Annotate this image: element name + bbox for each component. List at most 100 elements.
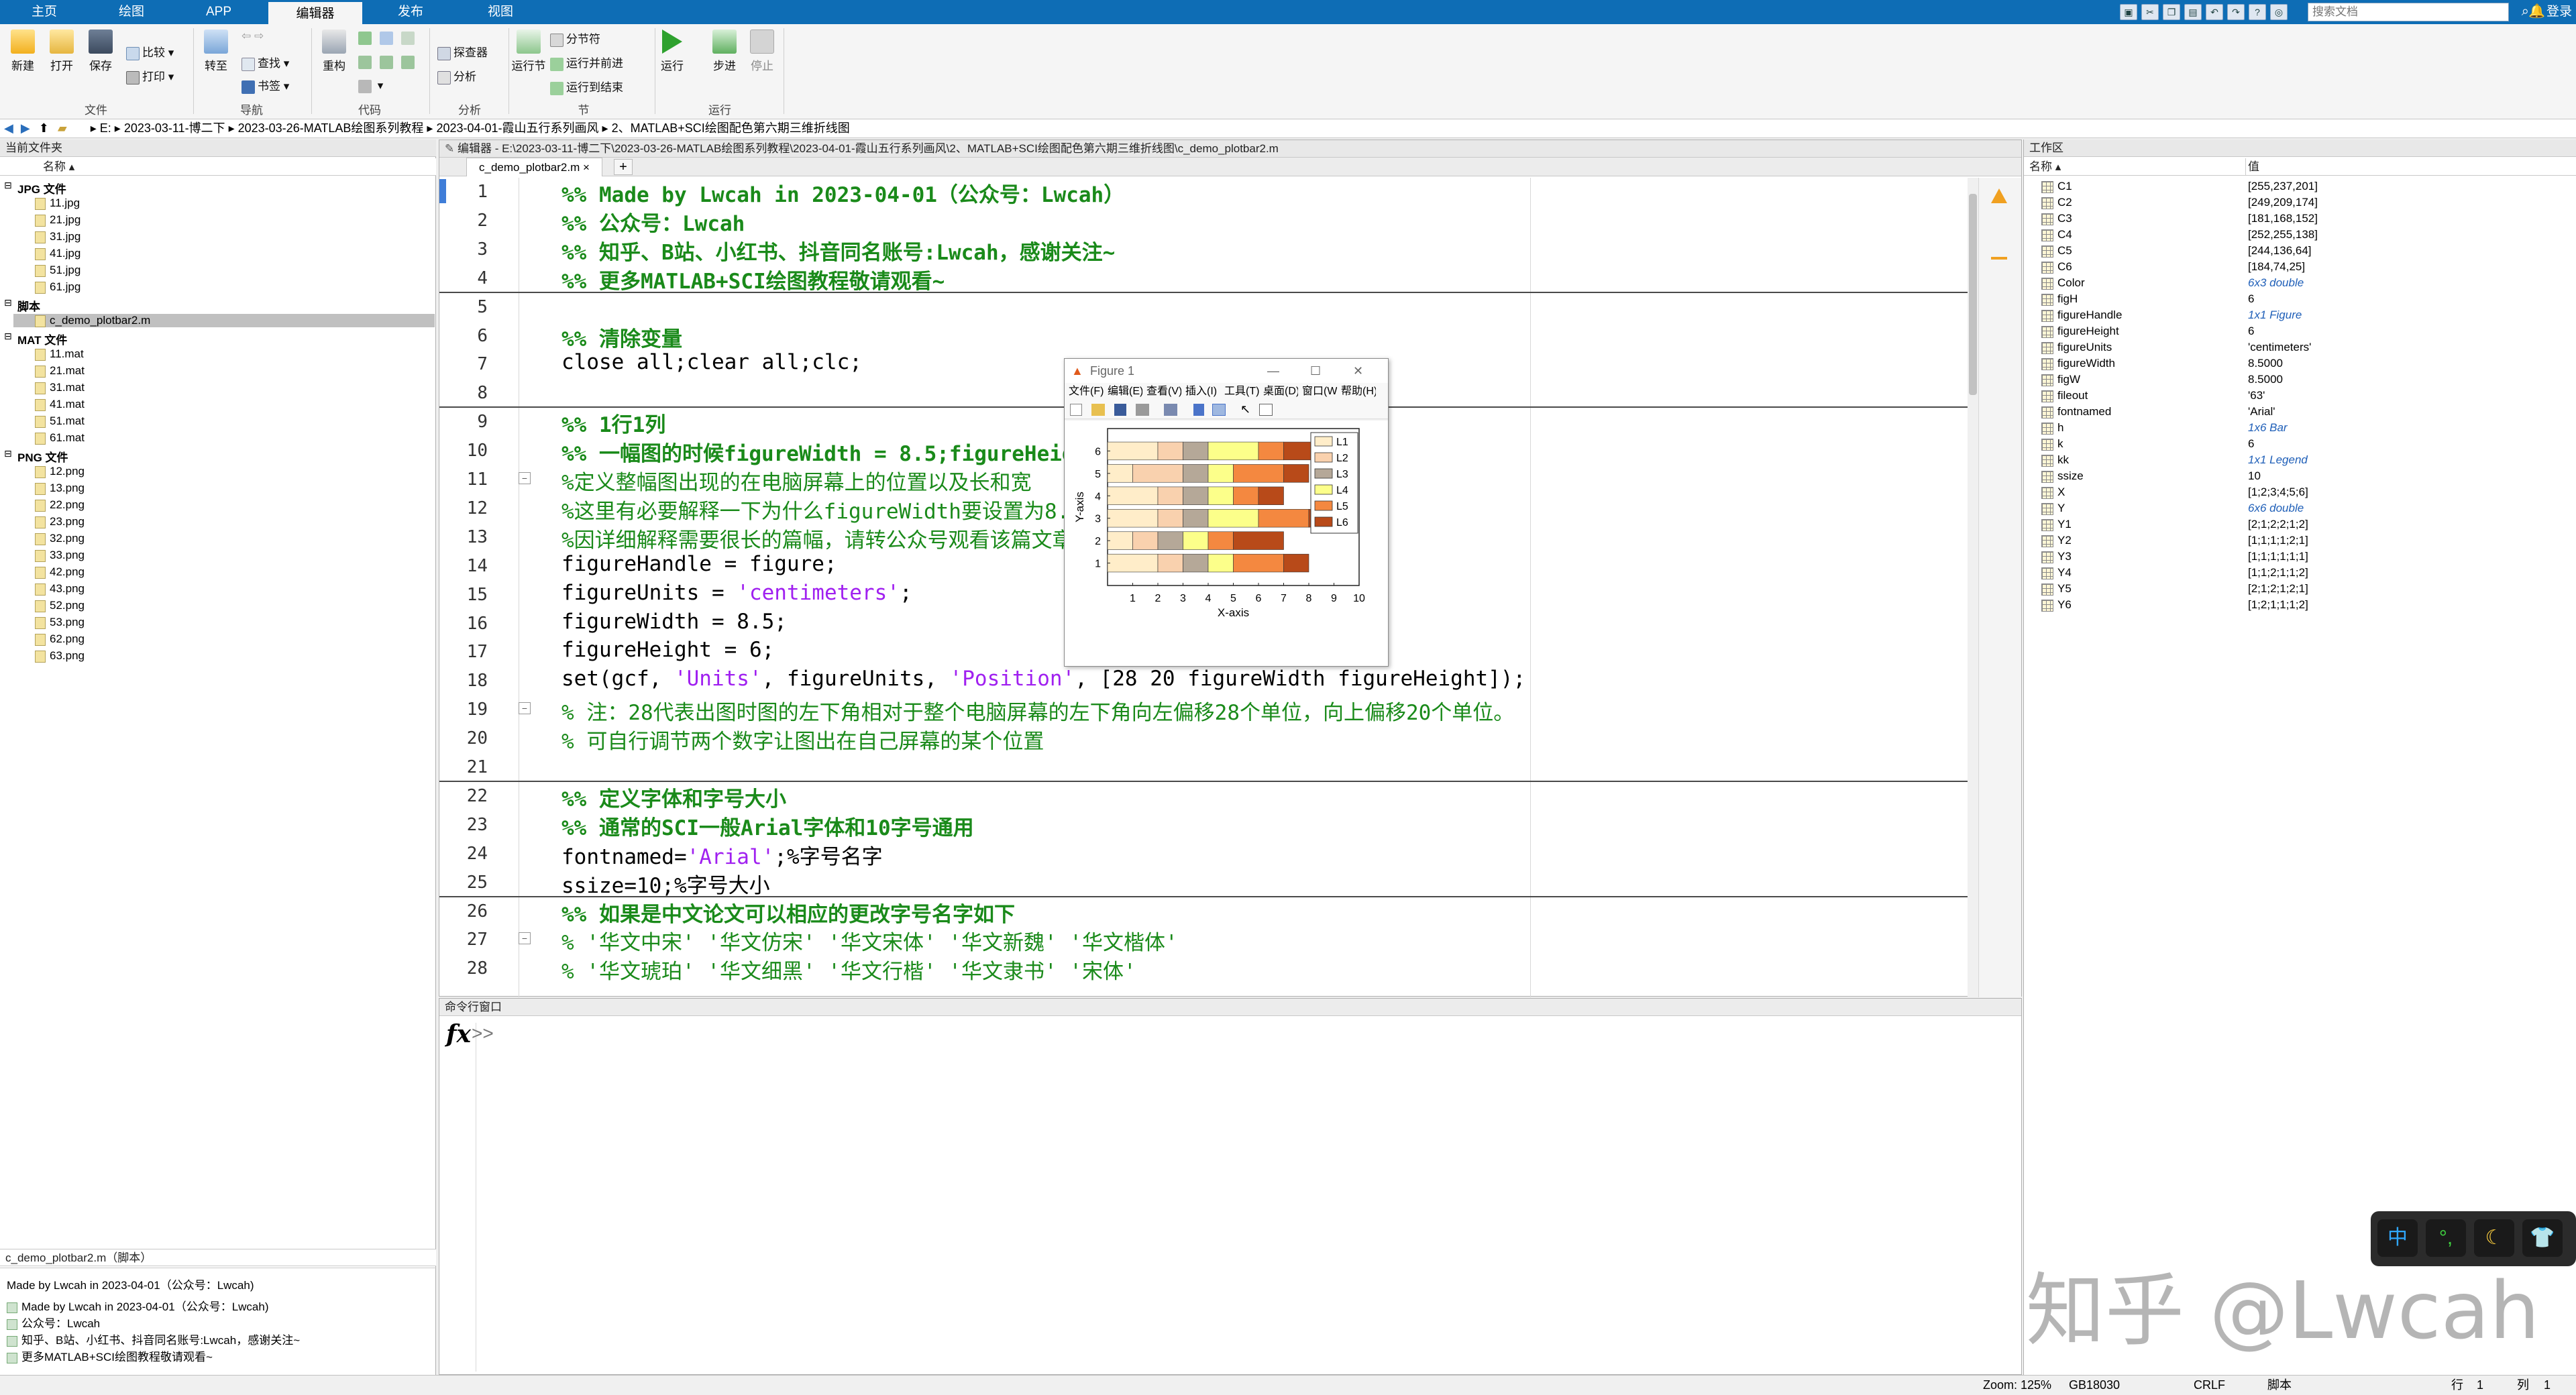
workspace-var-name[interactable]: k xyxy=(2041,437,2063,451)
workspace-var-name[interactable]: kk xyxy=(2041,453,2069,467)
code-line[interactable]: %% Made by Lwcah in 2023-04-01（公众号：Lwcah… xyxy=(561,178,1124,208)
workspace-var-name[interactable]: h xyxy=(2041,421,2063,435)
file-item[interactable]: 43.png xyxy=(35,582,85,596)
print-button[interactable]: 打印 ▾ xyxy=(126,67,174,85)
workspace-var-name[interactable]: figureWidth xyxy=(2041,357,2115,370)
file-group-header[interactable]: JPG 文件 xyxy=(17,180,66,197)
code-line[interactable]: % '华文琥珀' '华文细黑' '华文行楷' '华文隶书' '宋体' xyxy=(561,954,1136,985)
undo-icon[interactable]: ↶ xyxy=(2206,4,2223,20)
maximize-icon[interactable]: ☐ xyxy=(1310,359,1321,383)
line-number[interactable]: 28 xyxy=(439,958,488,979)
line-ending[interactable]: CRLF xyxy=(2194,1376,2225,1394)
group-toggle-icon[interactable]: ⊟ xyxy=(4,331,12,342)
file-item[interactable]: 51.jpg xyxy=(35,264,80,277)
code-line[interactable]: figureUnits = 'centimeters'; xyxy=(561,581,912,605)
file-item[interactable]: 33.png xyxy=(35,549,85,562)
pointer-icon[interactable]: ↖ xyxy=(1240,402,1250,416)
tab-home[interactable]: 主页 xyxy=(7,0,82,24)
line-number[interactable]: 2 xyxy=(439,211,488,231)
code-line[interactable]: close all;clear all;clc; xyxy=(561,350,862,374)
workspace-var-value[interactable]: 6x6 double xyxy=(2248,502,2304,515)
run-button[interactable]: 运行 xyxy=(655,30,690,73)
code-line[interactable]: %这里有必要解释一下为什么figureWidth要设置为8.5 xyxy=(561,494,1082,524)
tab-publish[interactable]: 发布 xyxy=(373,0,448,24)
group-toggle-icon[interactable]: ⊟ xyxy=(4,448,12,459)
workspace-var-name[interactable]: Y5 xyxy=(2041,582,2072,596)
cut-icon[interactable]: ✂ xyxy=(2141,4,2159,20)
workspace-var-value[interactable]: 6 xyxy=(2248,292,2254,306)
property-editor-icon[interactable] xyxy=(1259,404,1273,416)
code-line[interactable]: %% 清除变量 xyxy=(561,322,682,352)
line-number[interactable]: 19 xyxy=(439,700,488,720)
file-list-column-header[interactable]: 名称 ▴ xyxy=(0,158,436,176)
workspace-var-name[interactable]: C2 xyxy=(2041,196,2072,209)
fold-toggle-icon[interactable]: − xyxy=(519,932,531,944)
workspace-var-name[interactable]: Y3 xyxy=(2041,550,2072,563)
code-line[interactable]: ssize=10;%字号大小 xyxy=(561,869,770,899)
line-number[interactable]: 25 xyxy=(439,873,488,893)
file-item[interactable]: 13.png xyxy=(35,482,85,495)
code-line[interactable]: figureWidth = 8.5; xyxy=(561,610,787,634)
workspace-var-name[interactable]: figureHandle xyxy=(2041,309,2122,322)
line-number[interactable]: 15 xyxy=(439,585,488,605)
section-break-button[interactable]: 分节符 xyxy=(550,30,600,47)
path-segment[interactable]: E: xyxy=(100,121,111,135)
code-line[interactable]: %% 公众号：Lwcah xyxy=(561,207,745,237)
code-line[interactable]: %% 如果是中文论文可以相应的更改字号名字如下 xyxy=(561,897,1015,928)
line-number[interactable]: 24 xyxy=(439,844,488,864)
figure-menu-item[interactable]: 编辑(E) xyxy=(1104,383,1142,400)
figure-menu-item[interactable]: 桌面(D) xyxy=(1259,383,1298,400)
path-segment[interactable]: 2023-03-11-博二下 xyxy=(124,121,225,135)
new-figure-icon[interactable] xyxy=(1070,404,1082,416)
code-line[interactable]: % 可自行调节两个数字让图出在自己屏幕的某个位置 xyxy=(561,724,1044,755)
editor-scrollbar[interactable] xyxy=(1968,178,1978,997)
workspace-var-value[interactable]: [252,255,138] xyxy=(2248,228,2318,241)
file-item[interactable]: 11.mat xyxy=(35,347,84,361)
code-line[interactable]: %% 更多MATLAB+SCI绘图教程敬请观看~ xyxy=(561,264,945,294)
open-button[interactable]: 打开 xyxy=(44,30,79,73)
line-number[interactable]: 14 xyxy=(439,556,488,576)
workspace-var-value[interactable]: [181,168,152] xyxy=(2248,212,2318,225)
save-button[interactable]: 保存 xyxy=(83,30,118,73)
figure-title-bar[interactable]: ▲ Figure 1 — ☐ ✕ xyxy=(1065,359,1388,383)
code-line[interactable]: figureHeight = 6; xyxy=(561,638,774,662)
file-item[interactable]: 12.png xyxy=(35,465,85,478)
line-number[interactable]: 26 xyxy=(439,901,488,922)
workspace-var-value[interactable]: 6 xyxy=(2248,437,2254,451)
close-tab-icon[interactable]: × xyxy=(583,161,590,174)
help-icon[interactable]: ? xyxy=(2249,4,2266,20)
workspace-var-name[interactable]: figureUnits xyxy=(2041,341,2112,354)
file-item[interactable]: 31.mat xyxy=(35,381,85,394)
nav-back-icon[interactable]: ◀ xyxy=(4,121,13,135)
redo-icon[interactable]: ↷ xyxy=(2227,4,2245,20)
workspace-var-name[interactable]: fileout xyxy=(2041,389,2088,402)
code-line[interactable]: %定义整幅图出现的在电脑屏幕上的位置以及长和宽 xyxy=(561,465,1032,496)
print-figure-icon[interactable] xyxy=(1136,404,1149,416)
workspace-var-value[interactable]: [249,209,174] xyxy=(2248,196,2318,209)
outline-item[interactable]: Made by Lwcah in 2023-04-01（公众号：Lwcah) xyxy=(7,1297,269,1314)
path-segment[interactable]: 2023-03-26-MATLAB绘图系列教程 xyxy=(238,121,424,135)
file-group-header[interactable]: 脚本 xyxy=(17,297,40,314)
uncomment-button[interactable] xyxy=(401,31,417,45)
line-number[interactable]: 4 xyxy=(439,268,488,288)
minimize-icon[interactable]: — xyxy=(1267,359,1279,383)
warning-marker[interactable] xyxy=(1991,257,2007,260)
figure-menu-item[interactable]: 窗口(W) xyxy=(1298,383,1337,400)
line-number[interactable]: 5 xyxy=(439,297,488,317)
figure-menu-item[interactable]: 文件(F) xyxy=(1065,383,1104,400)
run-to-end-button[interactable]: 运行到结束 xyxy=(550,78,623,95)
figure-menu-item[interactable]: 工具(T) xyxy=(1220,383,1259,400)
file-item[interactable]: 21.jpg xyxy=(35,213,80,227)
workspace-var-value[interactable]: [1;2;1;1;1;2] xyxy=(2248,598,2308,612)
stop-button[interactable]: 停止 xyxy=(745,30,780,73)
workspace-var-name[interactable]: ssize xyxy=(2041,469,2084,483)
workspace-var-value[interactable]: [255,237,201] xyxy=(2248,180,2318,193)
column-divider[interactable] xyxy=(2245,158,2246,176)
workspace-var-value[interactable]: [2;1;2;2;1;2] xyxy=(2248,518,2308,531)
fold-toggle-icon[interactable]: − xyxy=(519,472,531,484)
workspace-var-name[interactable]: Y6 xyxy=(2041,598,2072,612)
code-line[interactable]: %因详细解释需要很长的篇幅，请转公众号观看该篇文章 xyxy=(561,523,1073,553)
file-item[interactable]: 32.png xyxy=(35,532,85,545)
line-number[interactable]: 21 xyxy=(439,757,488,777)
workspace-column-header[interactable]: 名称 ▴ 值 xyxy=(2024,158,2576,176)
